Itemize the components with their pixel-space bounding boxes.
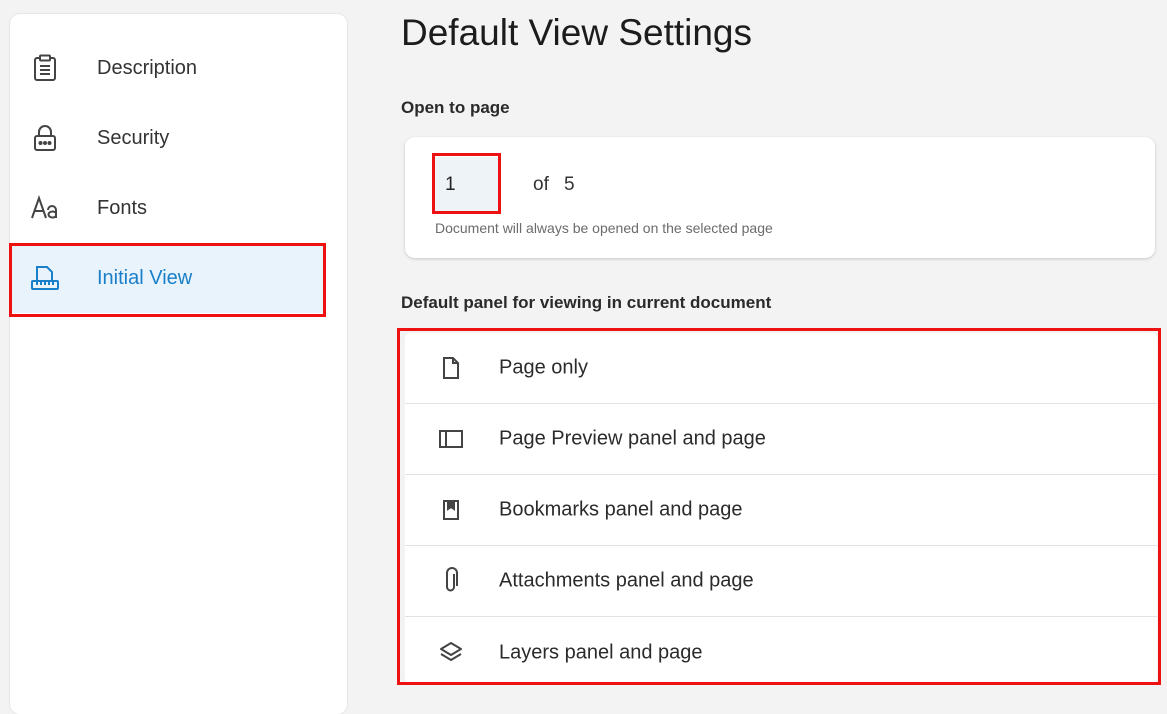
open-to-page-label: Open to page bbox=[401, 98, 510, 117]
panel-option-page-only[interactable]: Page only bbox=[405, 333, 1157, 404]
open-to-page-hint: Document will always be opened on the se… bbox=[435, 220, 773, 236]
clipboard-icon bbox=[30, 53, 60, 83]
sidebar-item-label: Fonts bbox=[97, 196, 148, 219]
default-panel-list: Page only Page Preview panel and page Bo… bbox=[405, 333, 1157, 683]
panel-option-label: Bookmarks panel and page bbox=[499, 498, 743, 521]
panel-option-label: Layers panel and page bbox=[499, 641, 703, 663]
page-number-input[interactable] bbox=[435, 157, 498, 212]
sidebar-item-initial-view[interactable]: Initial View bbox=[10, 243, 326, 313]
bookmark-icon bbox=[437, 496, 465, 524]
ruler-page-icon bbox=[30, 263, 60, 293]
sidebar-item-security[interactable]: Security bbox=[10, 103, 326, 173]
panel-option-page-preview[interactable]: Page Preview panel and page bbox=[405, 404, 1157, 475]
layers-icon bbox=[437, 639, 465, 667]
page-title: Default View Settings bbox=[401, 12, 753, 53]
sidebar-item-fonts[interactable]: Fonts bbox=[10, 173, 326, 243]
total-pages: 5 bbox=[564, 174, 575, 195]
sidebar-item-description[interactable]: Description bbox=[10, 33, 326, 103]
panel-option-label: Page Preview panel and page bbox=[499, 427, 766, 450]
open-to-page-card: of 5 Document will always be opened on t… bbox=[405, 137, 1155, 258]
font-icon bbox=[30, 193, 60, 223]
lock-icon bbox=[30, 123, 60, 153]
sidebar: Description Security Fonts Initial View bbox=[10, 14, 347, 714]
paperclip-icon bbox=[437, 567, 465, 595]
panel-option-bookmarks[interactable]: Bookmarks panel and page bbox=[405, 475, 1157, 546]
page-icon bbox=[437, 354, 465, 382]
panel-option-label: Attachments panel and page bbox=[499, 569, 754, 592]
panel-option-label: Page only bbox=[499, 356, 588, 379]
default-panel-label: Default panel for viewing in current doc… bbox=[401, 293, 772, 312]
sidebar-item-label: Security bbox=[97, 126, 170, 149]
sidebar-item-label: Description bbox=[97, 56, 198, 79]
sidebar-item-label: Initial View bbox=[97, 266, 193, 289]
panel-option-layers[interactable]: Layers panel and page bbox=[405, 617, 1157, 688]
panel-option-attachments[interactable]: Attachments panel and page bbox=[405, 546, 1157, 617]
panel-icon bbox=[437, 425, 465, 453]
of-label: of bbox=[533, 174, 549, 195]
